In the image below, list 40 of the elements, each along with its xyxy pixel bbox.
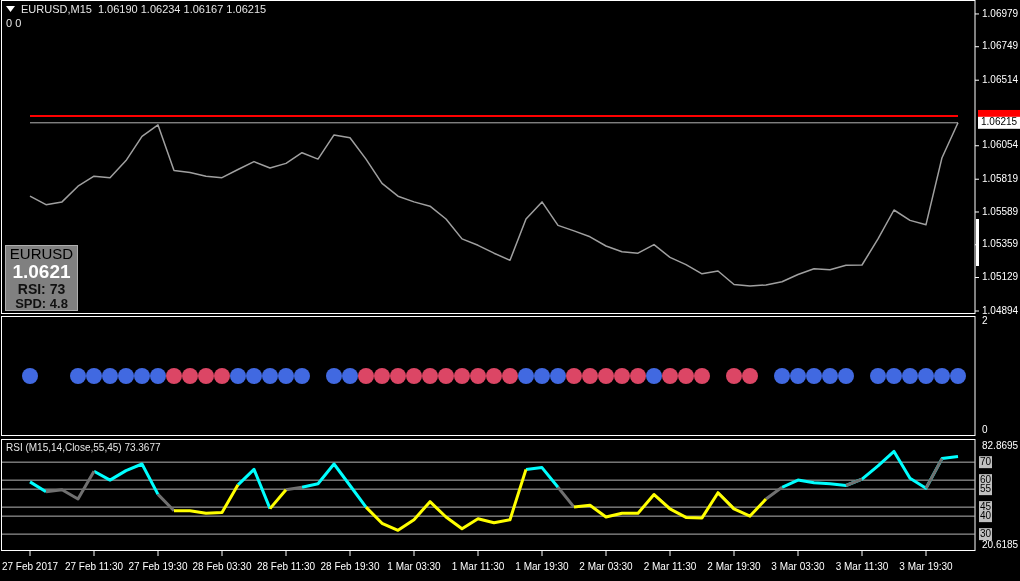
time-axis-label: 3 Mar 03:30 (771, 561, 825, 572)
time-axis-label: 28 Feb 11:30 (256, 561, 316, 572)
rsi-axis-label: 20.6185 (982, 538, 1019, 550)
spread-value: SPD: 4.8 (15, 297, 68, 310)
time-axis-label: 1 Mar 03:30 (387, 561, 441, 572)
rsi-title: RSI (M15,14,Close,55,45) 73.3677 (6, 442, 161, 453)
time-axis-label: 27 Feb 11:30 (64, 561, 124, 572)
price-axis-label: 1.05819 (982, 172, 1019, 184)
price-axis-label: 1.06979 (982, 7, 1019, 19)
price-axis-label: 1.05359 (982, 238, 1019, 250)
time-axis-label: 28 Feb 19:30 (320, 561, 380, 572)
price-axis-label: 1.05589 (982, 205, 1019, 217)
level-label: 30 (979, 528, 992, 541)
symbol-label: EURUSD (9, 246, 74, 261)
time-axis-label: 1 Mar 11:30 (451, 561, 505, 572)
time-axis-label: 2 Mar 03:30 (579, 561, 633, 572)
time-axis-label: 1 Mar 19:30 (515, 561, 569, 572)
level-label: 70 (979, 456, 992, 469)
price-axis-label: 1.06749 (982, 40, 1019, 52)
ohlc-values: 1.06190 1.06234 1.06167 1.06215 (97, 3, 267, 15)
price-axis-label: 1.05129 (982, 271, 1019, 283)
time-axis-label: 2 Mar 11:30 (643, 561, 697, 572)
price-axis-label: 1.06054 (982, 139, 1019, 151)
signal-axis-label: 2 (982, 316, 988, 327)
time-axis-label: 28 Feb 03:30 (192, 561, 252, 572)
counter-text: 0 0 (6, 17, 23, 29)
time-axis-label: 27 Feb 2017 (1, 561, 59, 572)
price-axis-label: 1.04894 (982, 304, 1019, 316)
time-axis-label: 3 Mar 19:30 (899, 561, 953, 572)
chart-title: EURUSD,M15 (21, 3, 92, 15)
level-label: 55 (979, 483, 992, 496)
price-value: 1.0621 (12, 262, 71, 281)
time-axis-label: 3 Mar 11:30 (835, 561, 889, 572)
time-axis-label: 27 Feb 19:30 (128, 561, 188, 572)
rsi-value: RSI: 73 (17, 282, 66, 296)
time-axis-label: 2 Mar 19:30 (707, 561, 761, 572)
level-label: 40 (979, 510, 992, 523)
price-axis-label: 1.06514 (982, 73, 1019, 85)
signal-axis-label: 0 (982, 424, 988, 436)
rsi-axis-label: 82.8695 (982, 439, 1019, 451)
